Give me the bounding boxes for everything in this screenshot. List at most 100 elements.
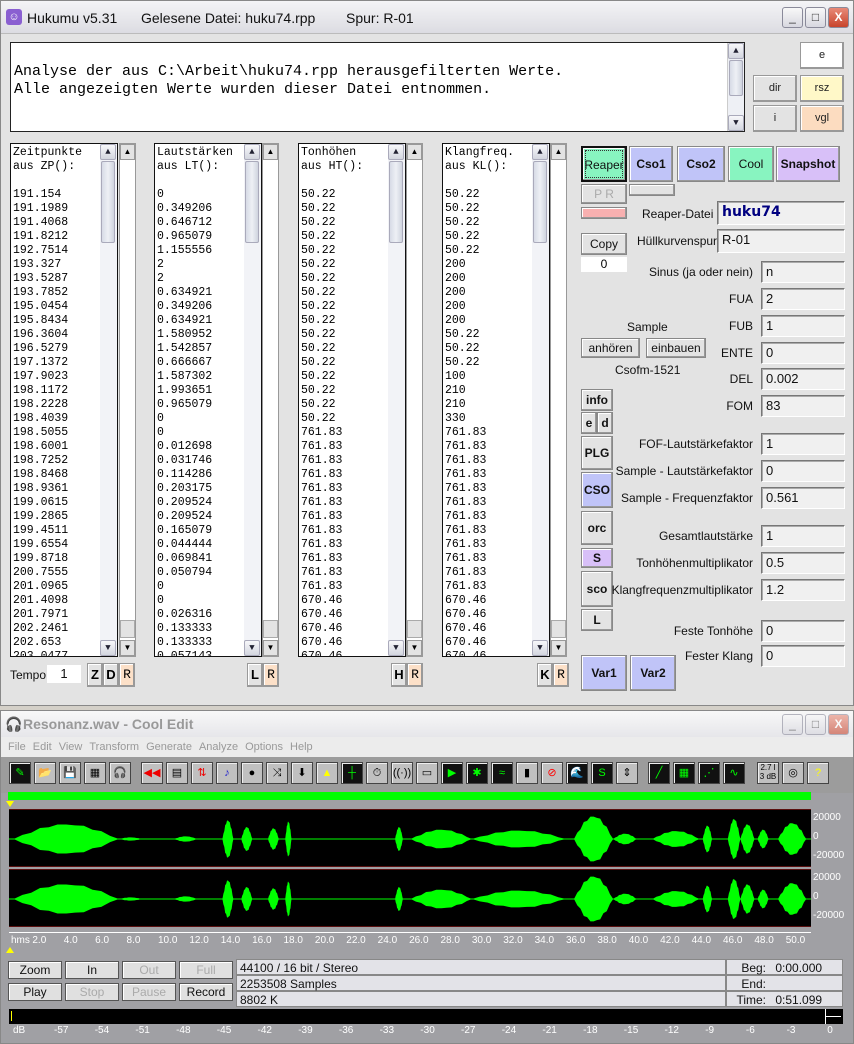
list-scrollbar[interactable]: ▲ ▼ <box>532 144 549 656</box>
s-button[interactable]: S <box>581 548 613 568</box>
ht-r-button[interactable]: R <box>407 663 423 687</box>
bars-icon[interactable]: ▮ <box>516 762 538 784</box>
vgl-button[interactable]: vgl <box>800 105 844 132</box>
blank-button[interactable] <box>629 184 675 196</box>
menu-help[interactable]: Help <box>290 741 313 753</box>
menu-view[interactable]: View <box>59 741 83 753</box>
scroll-up-icon[interactable]: ▲ <box>388 144 404 160</box>
cooledit-maximize-button[interactable]: □ <box>805 714 826 735</box>
wave-icon[interactable]: ≈ <box>491 762 513 784</box>
save-icon[interactable]: 💾 <box>59 762 81 784</box>
pr-button[interactable]: P R <box>581 184 627 204</box>
param-input[interactable]: 0.002 <box>761 368 845 390</box>
param-input[interactable]: 0 <box>761 620 845 642</box>
slider-up-icon[interactable]: ▲ <box>551 144 566 160</box>
param-input[interactable]: 0 <box>761 342 845 364</box>
folder-icon[interactable]: ▭ <box>416 762 438 784</box>
kl-r-button[interactable]: R <box>553 663 569 687</box>
scroll-thumb[interactable] <box>533 161 547 243</box>
e-button[interactable]: e <box>800 42 844 69</box>
z-button[interactable]: Z <box>87 663 103 687</box>
i-button[interactable]: i <box>753 105 797 132</box>
slider-thumb[interactable] <box>407 620 422 638</box>
time-ruler[interactable]: hms 2.0 4.0 6.0 8.0 10.0 12.0 14.0 16.0 18.0 20.0 2… <box>9 932 811 946</box>
waveform-right-channel[interactable] <box>9 869 811 927</box>
k-button[interactable]: K <box>537 663 553 687</box>
var2-button[interactable]: Var2 <box>630 655 676 691</box>
kl-slider[interactable]: ▲ ▼ <box>550 143 567 657</box>
rsz-button[interactable]: rsz <box>800 75 844 102</box>
listen-button[interactable]: anhören <box>581 338 640 358</box>
flanger-icon[interactable]: S <box>591 762 613 784</box>
waveform-left-channel[interactable] <box>9 809 811 867</box>
help-icon[interactable]: ? <box>807 762 829 784</box>
message-textarea[interactable]: Analyse der aus C:\Arbeit\huku74.rpp her… <box>10 42 745 132</box>
cooledit-minimize-button[interactable]: _ <box>782 714 803 735</box>
cool-button[interactable]: Cool <box>728 146 774 182</box>
reaper-file-input[interactable]: huku74 <box>717 201 845 225</box>
d-button[interactable]: D <box>103 663 119 687</box>
param-input[interactable]: 1 <box>761 315 845 337</box>
menu-file[interactable]: File <box>8 741 26 753</box>
scroll-up-icon[interactable]: ▲ <box>100 144 116 160</box>
scroll-up-icon[interactable]: ▲ <box>532 144 548 160</box>
d-side-button[interactable]: d <box>597 412 613 434</box>
scroll-down-icon[interactable]: ▼ <box>244 640 260 656</box>
menu-analyze[interactable]: Analyze <box>199 741 238 753</box>
scroll-up-icon[interactable]: ▲ <box>244 144 260 160</box>
list-scrollbar[interactable]: ▲ ▼ <box>100 144 117 656</box>
slider-up-icon[interactable]: ▲ <box>263 144 278 160</box>
zoom-in-button[interactable]: In <box>65 961 119 979</box>
zoom-out-button[interactable]: Out <box>122 961 176 979</box>
stretch-icon[interactable]: ⇕ <box>616 762 638 784</box>
param-input[interactable]: 1.2 <box>761 579 845 601</box>
scroll-thumb[interactable] <box>101 161 115 243</box>
lt-list[interactable]: Lautstärken aus LT(): 0 0.349206 0.646712 0.9… <box>154 143 262 657</box>
scroll-thumb[interactable] <box>729 60 743 96</box>
list-scrollbar[interactable]: ▲ ▼ <box>388 144 405 656</box>
slider-thumb[interactable] <box>551 620 566 638</box>
scroll-down-icon[interactable]: ▼ <box>388 640 404 656</box>
slider-thumb[interactable] <box>263 620 278 638</box>
pencil-line-icon[interactable]: ╱ <box>648 762 670 784</box>
pause-button[interactable]: Pause <box>122 983 176 1001</box>
scroll-thumb[interactable] <box>389 161 403 243</box>
download-icon[interactable]: ⬇ <box>291 762 313 784</box>
cso1-button[interactable]: Cso1 <box>629 146 673 182</box>
param-input[interactable]: 0 <box>761 645 845 667</box>
cso-button[interactable]: CSO <box>581 472 613 508</box>
lt-slider[interactable]: ▲ ▼ <box>262 143 279 657</box>
close-button[interactable]: X <box>828 7 849 28</box>
zp-list[interactable]: Zeitpunkte aus ZP(): 191.154 191.1989 191.40… <box>10 143 118 657</box>
note-icon[interactable]: ♪ <box>216 762 238 784</box>
headphones-icon[interactable]: 🎧 <box>109 762 131 784</box>
pencil-dots-icon[interactable]: ⋰ <box>698 762 720 784</box>
noise-icon[interactable]: ▤ <box>166 762 188 784</box>
menu-options[interactable]: Options <box>245 741 283 753</box>
pencil-grid-icon[interactable]: ▦ <box>673 762 695 784</box>
menu-transform[interactable]: Transform <box>89 741 139 753</box>
param-input[interactable]: 1 <box>761 433 845 455</box>
slider-down-icon[interactable]: ▼ <box>120 640 135 656</box>
pink-indicator-button[interactable] <box>581 207 627 219</box>
stop-button[interactable]: Stop <box>65 983 119 1001</box>
start-marker-icon[interactable] <box>6 801 14 807</box>
orc-button[interactable]: orc <box>581 511 613 545</box>
open-icon[interactable]: 📂 <box>34 762 56 784</box>
l-button[interactable]: L <box>247 663 263 687</box>
insert-button[interactable]: einbauen <box>646 338 706 358</box>
echo-icon[interactable]: ((·)) <box>391 762 413 784</box>
scroll-down-icon[interactable]: ▼ <box>728 115 744 131</box>
end-marker-icon[interactable] <box>6 947 14 953</box>
info-button[interactable]: info <box>581 389 613 411</box>
cso2-button[interactable]: Cso2 <box>677 146 725 182</box>
ht-list[interactable]: Tonhöhen aus HT(): 50.22 50.22 50.22 50.22 50.… <box>298 143 406 657</box>
scroll-thumb[interactable] <box>245 161 259 243</box>
minimize-button[interactable]: _ <box>782 7 803 28</box>
param-input[interactable]: 1 <box>761 525 845 547</box>
lt-r-button[interactable]: R <box>263 663 279 687</box>
envelope-input[interactable]: R-01 <box>717 229 845 253</box>
rewind-icon[interactable]: ◀◀ <box>141 762 163 784</box>
mix-icon[interactable]: ▦ <box>84 762 106 784</box>
h-button[interactable]: H <box>391 663 407 687</box>
